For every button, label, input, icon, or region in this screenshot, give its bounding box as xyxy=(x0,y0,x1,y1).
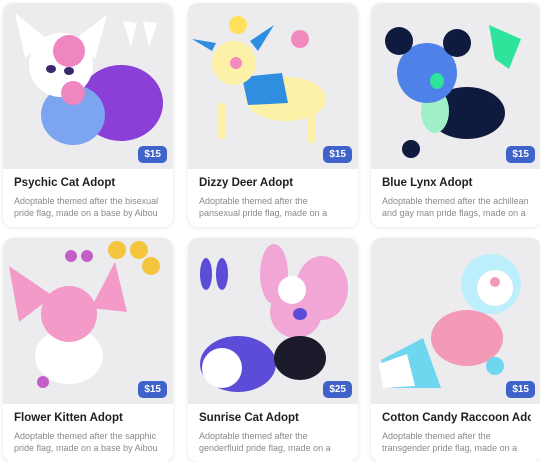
character-leg xyxy=(218,103,226,139)
extra-ear-sample xyxy=(200,258,212,290)
adopt-card[interactable]: $15 Flower Kitten Adopt Adoptable themed… xyxy=(3,238,173,462)
card-title[interactable]: Blue Lynx Adopt xyxy=(382,177,531,189)
character-illustration xyxy=(379,254,521,388)
color-swatch xyxy=(130,241,148,259)
flower-sample xyxy=(291,30,309,48)
character-ear-right xyxy=(443,29,471,57)
character-ear-right xyxy=(250,25,274,51)
character-flower xyxy=(37,376,49,388)
card-description: Adoptable themed after the sapphic pride… xyxy=(14,431,158,453)
card-description: Adoptable themed after the transgender p… xyxy=(382,431,518,453)
price-badge: $15 xyxy=(506,381,535,398)
character-hair xyxy=(61,81,85,105)
price-badge: $15 xyxy=(138,381,167,398)
card-description: Adoptable themed after the achillean and… xyxy=(382,196,529,218)
character-flower xyxy=(229,16,247,34)
character-ear-left xyxy=(385,27,413,55)
character-ear-right xyxy=(91,262,127,312)
adopt-image[interactable]: $15 xyxy=(3,238,173,404)
character-eye xyxy=(46,65,56,73)
character-illustration xyxy=(200,244,348,392)
price-badge: $15 xyxy=(506,146,535,163)
adopt-image[interactable]: $15 xyxy=(3,3,173,169)
character-illustration xyxy=(385,25,521,158)
flower-sample xyxy=(65,250,77,262)
character-hair xyxy=(53,35,85,67)
adopt-card[interactable]: $15 Psychic Cat Adopt Adoptable themed a… xyxy=(3,3,173,227)
character-head xyxy=(41,286,97,342)
character-illustration xyxy=(15,13,163,145)
character-eye xyxy=(230,57,242,69)
card-description: Adoptable themed after the genderfluid p… xyxy=(199,431,331,453)
extra-ear-sample xyxy=(216,258,228,290)
card-title[interactable]: Dizzy Deer Adopt xyxy=(199,177,348,189)
character-tail xyxy=(489,25,521,69)
price-badge: $25 xyxy=(323,381,352,398)
adopt-card[interactable]: $15 Blue Lynx Adopt Adoptable themed aft… xyxy=(371,3,540,227)
card-title[interactable]: Psychic Cat Adopt xyxy=(14,177,163,189)
character-eye xyxy=(430,73,444,89)
price-badge: $15 xyxy=(323,146,352,163)
character-eye xyxy=(64,67,74,75)
character-tail-tip xyxy=(202,348,242,388)
adopt-card[interactable]: $15 Dizzy Deer Adopt Adoptable themed af… xyxy=(188,3,358,227)
card-description: Adoptable themed after the bisexual prid… xyxy=(14,196,159,218)
card-title[interactable]: Cotton Candy Raccoon Adopt xyxy=(382,412,531,424)
adopt-image[interactable]: $25 xyxy=(188,238,358,404)
adopt-card[interactable]: $15 Cotton Candy Raccoon Adopt Adoptable… xyxy=(371,238,540,462)
character-eye xyxy=(293,308,307,320)
card-title[interactable]: Flower Kitten Adopt xyxy=(14,412,163,424)
extra-ear-sample xyxy=(143,21,157,47)
character-paw xyxy=(402,140,420,158)
character-body xyxy=(274,336,326,380)
card-title[interactable]: Sunrise Cat Adopt xyxy=(199,412,348,424)
character-ear-left xyxy=(192,39,216,51)
character-illustration xyxy=(192,16,326,143)
character-illustration xyxy=(9,241,160,388)
price-badge: $15 xyxy=(138,146,167,163)
character-face xyxy=(477,270,513,306)
adopt-grid: $15 Psychic Cat Adopt Adoptable themed a… xyxy=(0,0,540,462)
extra-ear-sample xyxy=(123,21,137,47)
card-description: Adoptable themed after the pansexual pri… xyxy=(199,196,328,218)
character-leg xyxy=(308,107,316,143)
adopt-card[interactable]: $25 Sunrise Cat Adopt Adoptable themed a… xyxy=(188,238,358,462)
adopt-image[interactable]: $15 xyxy=(371,3,540,169)
character-paw xyxy=(486,357,504,375)
character-hair xyxy=(278,276,306,304)
adopt-image[interactable]: $15 xyxy=(371,238,540,404)
color-swatch xyxy=(108,241,126,259)
adopt-image[interactable]: $15 xyxy=(188,3,358,169)
flower-sample xyxy=(81,250,93,262)
character-eye xyxy=(490,277,500,287)
color-swatch xyxy=(142,257,160,275)
